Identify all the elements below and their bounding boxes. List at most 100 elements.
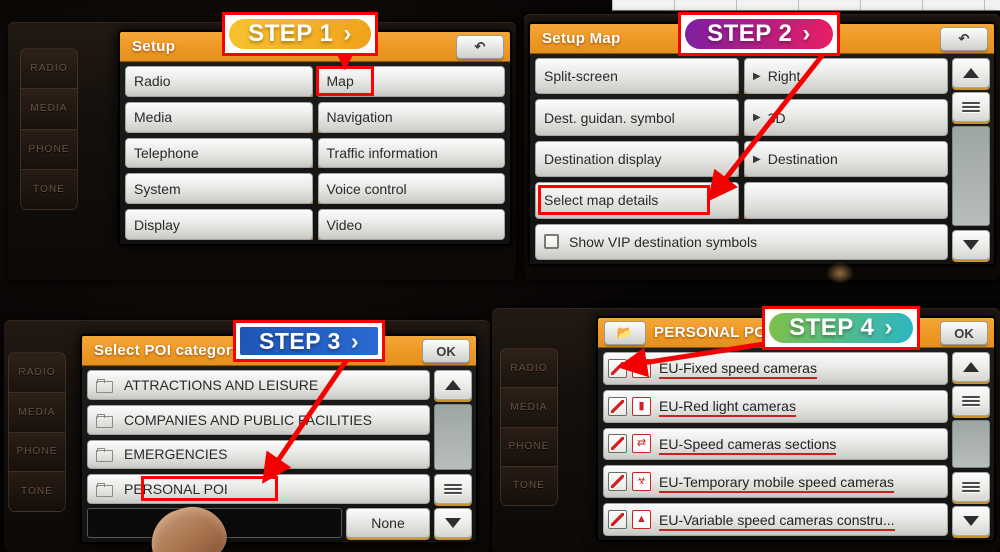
- poi-row-eu-speed-cameras-sections[interactable]: ⇄ EU-Speed cameras sections: [603, 427, 948, 461]
- screenshot-root: RADIO MEDIA PHONE TONE Setup ↶ Radio Map…: [0, 0, 1000, 552]
- list-item[interactable]: ☣ EU-Temporary mobile speed cameras: [603, 465, 948, 499]
- poi-row-eu-variable-speed-cameras-construction[interactable]: ▲ EU-Variable speed cameras constru...: [603, 503, 948, 536]
- panel-setup-map-title: Setup Map: [542, 30, 621, 47]
- ok-button[interactable]: OK: [422, 339, 470, 363]
- hardware-button-column-bottom-left[interactable]: RADIO MEDIA PHONE TONE: [8, 352, 66, 512]
- hw-button-phone[interactable]: PHONE: [9, 432, 65, 473]
- hw-button-tone[interactable]: TONE: [9, 472, 65, 511]
- menu-item-radio[interactable]: Radio: [125, 66, 313, 97]
- step-1-pill: STEP 1 ›: [229, 19, 371, 49]
- hw-button-phone[interactable]: PHONE: [21, 129, 77, 170]
- menu-item-video[interactable]: Video: [317, 209, 505, 240]
- menu-item-voice-control[interactable]: Voice control: [317, 173, 505, 205]
- folder-icon: [96, 483, 113, 498]
- step-1-label: STEP 1: [248, 20, 334, 47]
- menu-item-media[interactable]: Media: [125, 101, 313, 133]
- poi-row-eu-red-light-cameras[interactable]: ▮ EU-Red light cameras: [603, 389, 948, 423]
- back-arrow-icon[interactable]: ↶: [456, 35, 504, 59]
- setting-show-vip-destination-symbols[interactable]: Show VIP destination symbols: [535, 223, 948, 261]
- hardware-button-column-top-left[interactable]: RADIO MEDIA PHONE TONE: [20, 48, 78, 210]
- scroll-down-button[interactable]: [434, 508, 472, 538]
- list-item[interactable]: PERSONAL POI: [87, 474, 430, 504]
- setting-value-select-map-details[interactable]: [744, 182, 948, 219]
- poi-category-personal-poi[interactable]: PERSONAL POI: [87, 474, 430, 504]
- scrollbar-poi-category[interactable]: [434, 370, 472, 538]
- list-item[interactable]: EMERGENCIES: [87, 439, 430, 470]
- hw-button-radio[interactable]: RADIO: [21, 49, 77, 90]
- back-arrow-icon[interactable]: ↶: [940, 27, 988, 51]
- menu-item-display[interactable]: Display: [125, 209, 313, 240]
- menu-item-traffic-information[interactable]: Traffic information: [317, 137, 505, 169]
- hw-button-tone[interactable]: TONE: [501, 466, 557, 505]
- scrollbar-personal-poi[interactable]: [952, 352, 990, 536]
- list-item[interactable]: ✘ EU-Fixed speed cameras: [603, 352, 948, 385]
- hw-button-radio[interactable]: RADIO: [501, 349, 557, 389]
- scroll-down-button[interactable]: [952, 230, 990, 260]
- setting-value-text: Destination: [767, 151, 838, 168]
- hw-button-media[interactable]: MEDIA: [9, 392, 65, 433]
- step-2-pill: STEP 2 ›: [685, 19, 833, 49]
- scrollbar-track[interactable]: [952, 126, 990, 226]
- checkbox[interactable]: [608, 434, 627, 454]
- poi-category-attractions-and-leisure[interactable]: ATTRACTIONS AND LEISURE: [87, 370, 430, 400]
- panel-poi-category: Select POI category OK ATTRACTIONS AND L…: [80, 334, 478, 544]
- scrollbar-track[interactable]: [434, 404, 472, 470]
- setting-value-destination-display[interactable]: ▶ Destination: [744, 140, 948, 178]
- hw-button-phone[interactable]: PHONE: [501, 427, 557, 467]
- table-row: Dest. guidan. symbol ▶ 3D: [535, 99, 948, 136]
- scroll-down-button[interactable]: [952, 506, 990, 536]
- checkbox[interactable]: [608, 358, 627, 378]
- scroll-up-button[interactable]: [952, 352, 990, 382]
- setting-label-split-screen[interactable]: Split-screen: [535, 58, 739, 95]
- hw-button-media[interactable]: MEDIA: [21, 89, 77, 130]
- ok-button[interactable]: OK: [940, 321, 988, 345]
- list-item[interactable]: COMPANIES AND PUBLIC FACILITIES: [87, 404, 430, 435]
- menu-item-telephone[interactable]: Telephone: [125, 137, 313, 169]
- scroll-up-button[interactable]: [952, 58, 990, 88]
- checkbox[interactable]: [608, 396, 627, 416]
- folder-back-icon[interactable]: 📂: [604, 321, 646, 345]
- hw-button-media[interactable]: MEDIA: [501, 388, 557, 428]
- list-item-label: PERSONAL POI: [124, 481, 228, 498]
- list-item[interactable]: ▮ EU-Red light cameras: [603, 389, 948, 423]
- list-item[interactable]: ▲ EU-Variable speed cameras constru...: [603, 503, 948, 536]
- table-row: Split-screen ▶ Right: [535, 58, 948, 95]
- grip-icon: [444, 482, 462, 496]
- scrollbar-track[interactable]: [952, 420, 990, 468]
- list-item[interactable]: ATTRACTIONS AND LEISURE: [87, 370, 430, 400]
- setting-value-split-screen[interactable]: ▶ Right: [744, 58, 948, 95]
- list-item-label: COMPANIES AND PUBLIC FACILITIES: [124, 411, 372, 428]
- scroll-up-button[interactable]: [434, 370, 472, 400]
- list-item-label: EU-Red light cameras: [659, 398, 796, 418]
- poi-row-eu-fixed-speed-cameras[interactable]: ✘ EU-Fixed speed cameras: [603, 352, 948, 385]
- checkbox-vip-symbols[interactable]: [544, 234, 559, 250]
- checkbox[interactable]: [608, 472, 627, 492]
- hardware-button-column-bottom-right[interactable]: RADIO MEDIA PHONE TONE: [500, 348, 558, 506]
- hw-button-tone[interactable]: TONE: [21, 169, 77, 209]
- poi-category-emergencies[interactable]: EMERGENCIES: [87, 439, 430, 470]
- menu-item-system[interactable]: System: [125, 173, 313, 205]
- list-item-label: EMERGENCIES: [124, 446, 228, 463]
- poi-category-companies-and-public-facilities[interactable]: COMPANIES AND PUBLIC FACILITIES: [87, 404, 430, 435]
- poi-row-eu-temporary-mobile-speed-cameras[interactable]: ☣ EU-Temporary mobile speed cameras: [603, 465, 948, 499]
- bezel-glint: [826, 262, 854, 284]
- table-row: System Voice control: [125, 173, 505, 205]
- setting-value-dest-guidance-symbol[interactable]: ▶ 3D: [744, 99, 948, 136]
- setting-label-dest-guidance-symbol[interactable]: Dest. guidan. symbol: [535, 99, 739, 136]
- grip-icon: [962, 100, 980, 114]
- scrollbar-setup-map[interactable]: [952, 58, 990, 260]
- scrollbar-handle-bottom[interactable]: [952, 472, 990, 502]
- scrollbar-handle[interactable]: [952, 92, 990, 122]
- none-button[interactable]: None: [346, 508, 430, 538]
- table-row: Media Navigation: [125, 101, 505, 133]
- menu-item-navigation[interactable]: Navigation: [317, 101, 505, 133]
- scrollbar-handle[interactable]: [434, 474, 472, 504]
- hw-button-radio[interactable]: RADIO: [9, 353, 65, 393]
- setting-label-select-map-details[interactable]: Select map details: [535, 182, 739, 219]
- scrollbar-handle-top[interactable]: [952, 386, 990, 416]
- checkbox[interactable]: [608, 510, 627, 530]
- setting-label-destination-display[interactable]: Destination display: [535, 140, 739, 178]
- step-2-label: STEP 2: [707, 20, 793, 47]
- menu-item-map[interactable]: Map: [317, 66, 505, 97]
- list-item[interactable]: ⇄ EU-Speed cameras sections: [603, 427, 948, 461]
